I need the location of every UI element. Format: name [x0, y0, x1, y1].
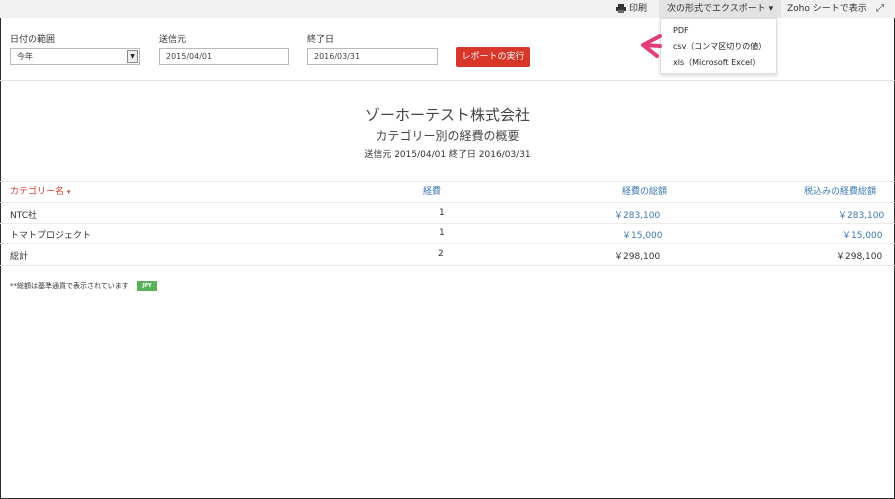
currency-badge: JPY [137, 281, 157, 291]
expand-icon[interactable]: ⤢ [876, 3, 884, 14]
table-row-count: 1 [439, 208, 445, 218]
column-header-total[interactable]: 経費の総額 [622, 184, 667, 197]
column-header-category[interactable]: カテゴリー名 ▾ [10, 184, 70, 197]
row-divider [0, 223, 895, 224]
date-range-label: 日付の範囲 [10, 35, 56, 45]
export-label: 次の形式でエクスポート [667, 4, 766, 14]
export-xls-item[interactable]: xls（Microsoft Excel） [673, 57, 760, 68]
filter-divider [0, 80, 895, 81]
print-button[interactable]: 印刷 [629, 0, 647, 18]
top-toolbar: 印刷 次の形式でエクスポート ▾ Zoho シートで表示 ⤢ [0, 0, 895, 18]
company-name: ゾーホーテスト株式会社 [364, 106, 530, 124]
table-row-category: トマトプロジェクト [10, 231, 92, 241]
run-report-button[interactable]: レポートの実行 [456, 47, 530, 67]
table-row-total-incl-tax-link[interactable]: ￥15,000 [842, 228, 883, 241]
export-button[interactable]: 次の形式でエクスポート ▾ [659, 0, 782, 18]
table-row-total-link[interactable]: ￥283,100 [614, 208, 660, 221]
column-header-expense[interactable]: 経費 [423, 184, 441, 197]
header-divider [0, 202, 895, 203]
from-label: 送信元 [159, 35, 187, 45]
table-top-border [0, 181, 895, 182]
table-row-category: NTC社 [10, 211, 37, 221]
export-pdf-item[interactable]: PDF [673, 26, 689, 35]
printer-icon[interactable] [616, 4, 626, 13]
caret-down-icon: ▾ [768, 4, 774, 14]
table-row-total: ￥298,100 [614, 252, 661, 262]
table-row-count: 2 [438, 249, 444, 259]
from-date-field[interactable]: 2015/04/01 [159, 48, 289, 65]
annotation-arrow [641, 34, 662, 58]
sort-icon: ▾ [66, 188, 71, 196]
export-csv-item[interactable]: csv（コンマ区切りの値） [673, 41, 766, 52]
to-date-field[interactable]: 2016/03/31 [307, 48, 438, 65]
view-in-zoho-sheet-button[interactable]: Zoho シートで表示 [787, 0, 867, 18]
row-divider [0, 243, 895, 244]
date-range-value: 今年 [17, 52, 33, 61]
to-label: 終了日 [307, 35, 335, 45]
date-range-select[interactable]: 今年 ▼ [10, 48, 140, 65]
table-bottom-border [0, 265, 895, 266]
table-row-count: 1 [439, 228, 445, 238]
table-row-total-incl-tax-link[interactable]: ￥283,100 [838, 208, 884, 221]
chevron-down-icon: ▼ [127, 50, 138, 63]
from-date-value: 2015/04/01 [166, 52, 213, 61]
table-row-total-incl-tax: ￥298,100 [836, 252, 883, 262]
table-row-total-link[interactable]: ￥15,000 [622, 228, 663, 241]
column-header-total-incl-tax[interactable]: 税込みの経費総額 [804, 184, 876, 197]
report-period: 送信元 2015/04/01 終了日 2016/03/31 [364, 150, 531, 160]
to-date-value: 2016/03/31 [314, 52, 361, 61]
report-title: カテゴリー別の経費の概要 [375, 129, 520, 143]
currency-footnote: **総額は基準通貨で表示されています [10, 282, 129, 290]
category-header-label: カテゴリー名 [10, 187, 65, 197]
table-row-category: 総計 [10, 252, 29, 262]
export-menu: PDF csv（コンマ区切りの値） xls（Microsoft Excel） [660, 18, 777, 74]
